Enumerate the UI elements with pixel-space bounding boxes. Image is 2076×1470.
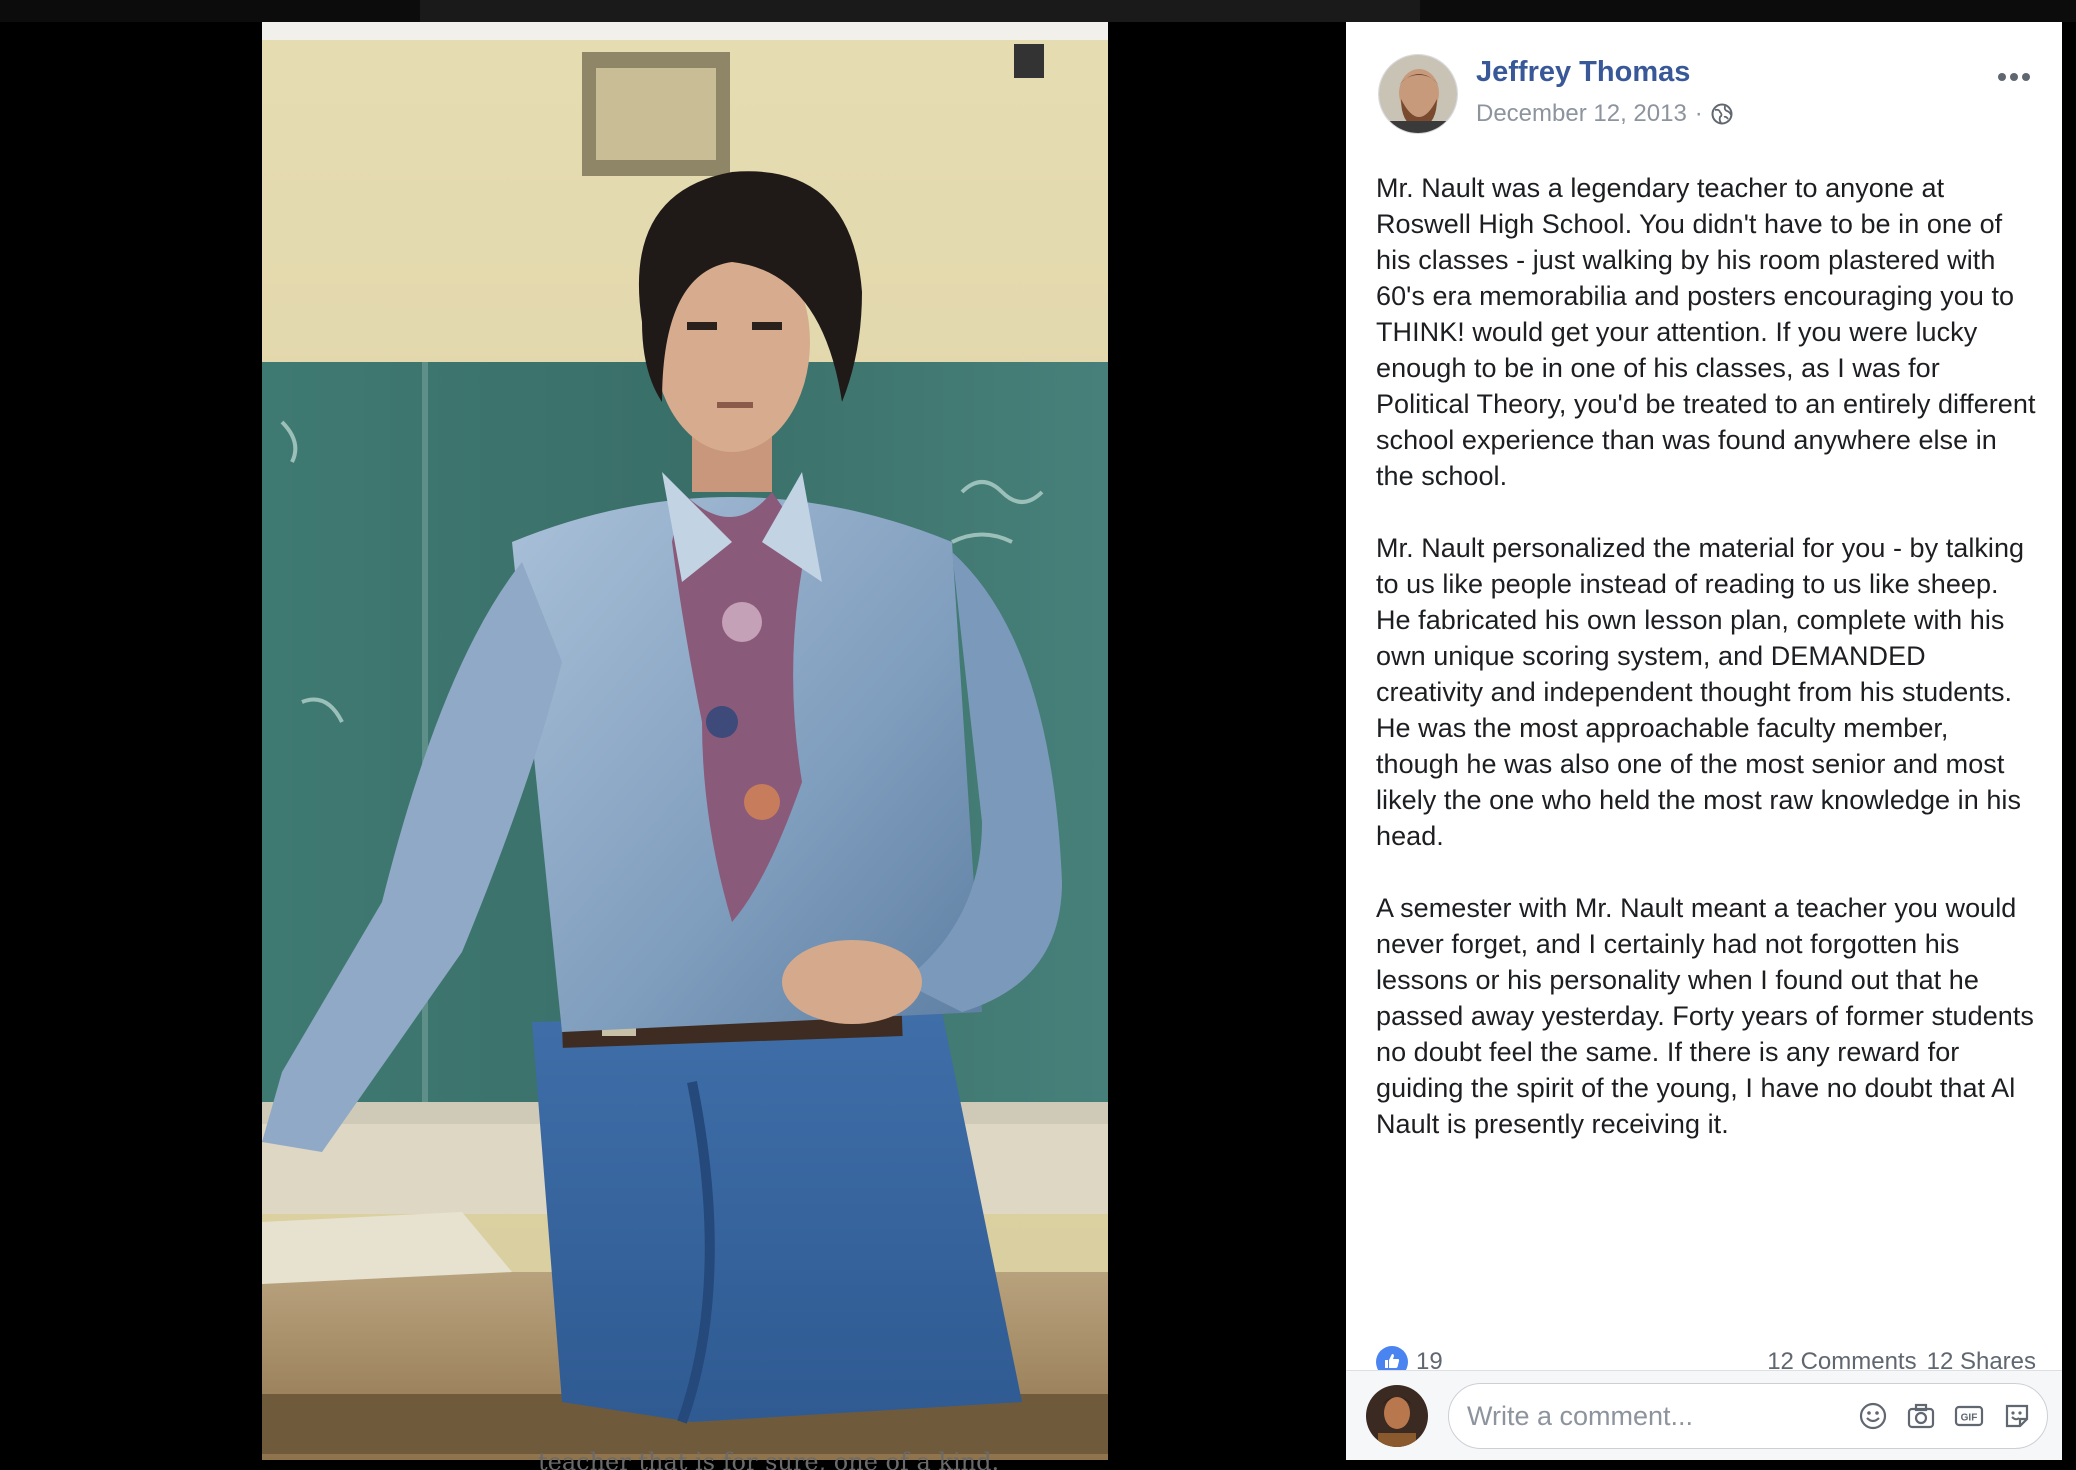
post-meta: December 12, 2013 · bbox=[1476, 100, 1733, 128]
sticker-icon[interactable] bbox=[2001, 1400, 2033, 1432]
comment-box[interactable]: GIF bbox=[1448, 1383, 2048, 1449]
camera-icon[interactable] bbox=[1905, 1400, 1937, 1432]
post-paragraph-3: A semester with Mr. Nault meant a teache… bbox=[1376, 893, 2034, 1139]
backdrop-strip bbox=[420, 0, 1420, 22]
post-paragraph-1: Mr. Nault was a legendary teacher to any… bbox=[1376, 173, 2036, 491]
post-text: Mr. Nault was a legendary teacher to any… bbox=[1376, 170, 2036, 1178]
more-options-icon[interactable] bbox=[1992, 62, 2036, 92]
photo-image bbox=[262, 22, 1108, 1460]
gif-icon[interactable]: GIF bbox=[1953, 1400, 1985, 1432]
viewer-avatar-image bbox=[1366, 1385, 1428, 1447]
author-name[interactable]: Jeffrey Thomas bbox=[1476, 56, 1690, 89]
svg-text:GIF: GIF bbox=[1961, 1413, 1978, 1424]
comment-tools: GIF bbox=[1857, 1400, 2033, 1432]
meta-separator: · bbox=[1694, 100, 1703, 127]
author-avatar[interactable] bbox=[1378, 54, 1458, 134]
comment-count[interactable]: 12 Comments bbox=[1767, 1348, 1916, 1370]
author-avatar-image bbox=[1379, 55, 1457, 133]
share-count[interactable]: 12 Shares bbox=[1927, 1348, 2036, 1370]
post-photo[interactable] bbox=[262, 22, 1108, 1460]
post-date[interactable]: December 12, 2013 bbox=[1476, 100, 1687, 128]
like-reaction-icon[interactable] bbox=[1376, 1346, 1408, 1370]
comment-input[interactable] bbox=[1467, 1398, 1847, 1434]
like-count[interactable]: 19 bbox=[1416, 1348, 1443, 1370]
background-caption: teacher that is for sure, one of a kind. bbox=[538, 1448, 1000, 1470]
engagement-counts: 12 Comments 12 Shares bbox=[1767, 1348, 2036, 1370]
emoji-icon[interactable] bbox=[1857, 1400, 1889, 1432]
post-paragraph-2: Mr. Nault personalized the material for … bbox=[1376, 533, 2025, 851]
post-stats: 19 12 Comments 12 Shares bbox=[1376, 1340, 2036, 1370]
post-sidebar: Jeffrey Thomas December 12, 2013 · Mr. N… bbox=[1346, 22, 2062, 1460]
comment-composer: GIF bbox=[1346, 1371, 2062, 1460]
viewer-avatar bbox=[1366, 1385, 1428, 1447]
globe-icon bbox=[1711, 103, 1733, 125]
